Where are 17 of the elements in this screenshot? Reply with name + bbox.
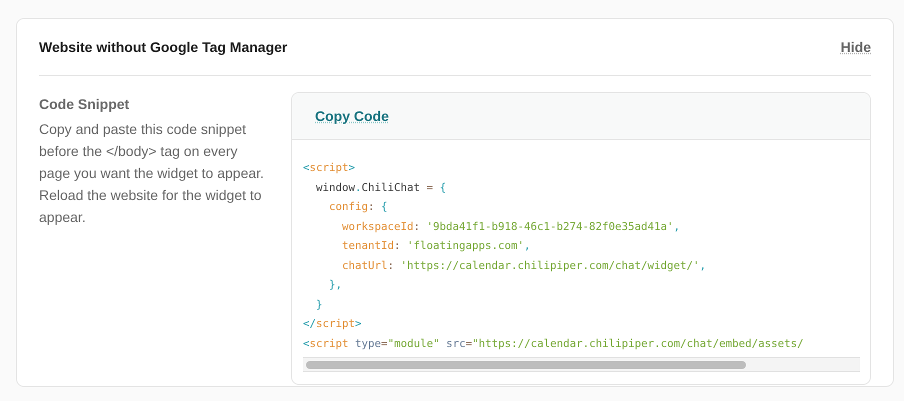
section-description: Copy and paste this code snippet before the </body> tag on every page you want the widget to appear. Reload the website for the widget to appear. bbox=[39, 120, 265, 227]
card-title: Website without Google Tag Manager bbox=[39, 39, 288, 55]
copy-code-button[interactable]: Copy Code bbox=[315, 108, 389, 124]
code-line: <script> bbox=[303, 160, 356, 176]
code-line: <script type="module" src="https://calendar.chilipiper.com/chat/embed/assets/ bbox=[303, 336, 804, 352]
scrollbar-thumb[interactable] bbox=[306, 360, 746, 368]
code-line: tenantId: 'floatingapps.com', bbox=[341, 238, 531, 254]
code-line: workspaceId: '9bda41f1-b918-46c1-b274-82f0e35ad41a', bbox=[341, 218, 680, 234]
code-line: window.ChiliChat = { bbox=[315, 180, 446, 196]
hide-link[interactable]: Hide bbox=[840, 39, 871, 55]
code-line: chatUrl: 'https://calendar.chilipiper.com/chat/widget/', bbox=[341, 258, 706, 274]
section-heading: Code Snippet bbox=[39, 96, 130, 112]
code-line: config: { bbox=[328, 199, 388, 215]
code-line: } bbox=[315, 296, 323, 312]
code-line: </script> bbox=[303, 316, 362, 332]
scrollbar-track[interactable] bbox=[303, 357, 860, 372]
code-line: }, bbox=[328, 277, 342, 293]
